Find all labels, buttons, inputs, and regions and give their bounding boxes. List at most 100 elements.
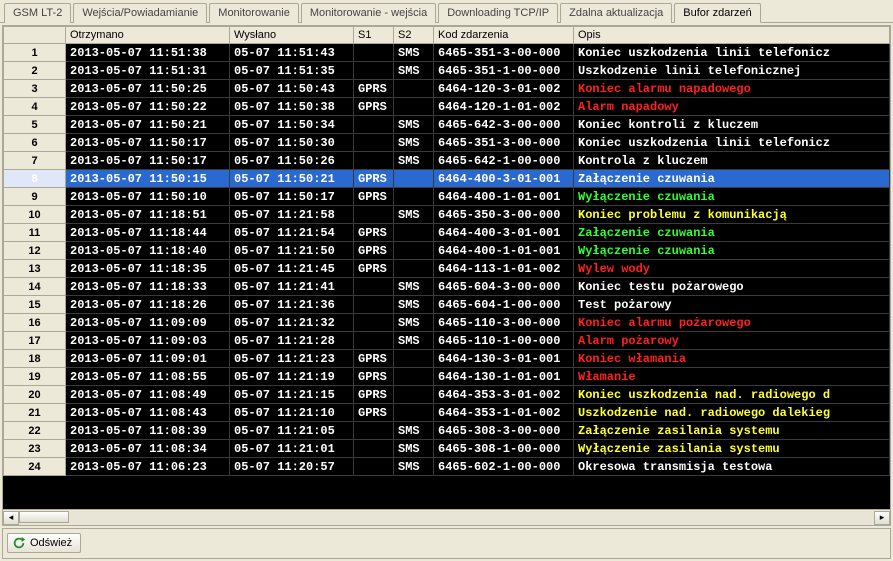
cell: 05-07 11:50:17	[230, 188, 354, 206]
table-row[interactable]: 32013-05-07 11:50:2505-07 11:50:43GPRS64…	[4, 80, 890, 98]
cell: SMS	[394, 44, 434, 62]
col-s1[interactable]: S1	[354, 27, 394, 44]
cell	[354, 296, 394, 314]
table-row[interactable]: 92013-05-07 11:50:1005-07 11:50:17GPRS64…	[4, 188, 890, 206]
table-row[interactable]: 62013-05-07 11:50:1705-07 11:50:30SMS646…	[4, 134, 890, 152]
cell: 2013-05-07 11:18:44	[66, 224, 230, 242]
cell: 05-07 11:50:30	[230, 134, 354, 152]
scroll-left-button[interactable]: ◂	[3, 511, 19, 525]
tab-6[interactable]: Bufor zdarzeń	[674, 3, 760, 23]
table-row[interactable]: 222013-05-07 11:08:3905-07 11:21:05SMS64…	[4, 422, 890, 440]
cell	[354, 422, 394, 440]
table-row[interactable]: 72013-05-07 11:50:1705-07 11:50:26SMS646…	[4, 152, 890, 170]
cell: SMS	[394, 134, 434, 152]
cell: 05-07 11:21:58	[230, 206, 354, 224]
cell	[354, 62, 394, 80]
cell: Koniec problemu z komunikacją	[574, 206, 890, 224]
tab-3[interactable]: Monitorowanie - wejścia	[301, 3, 436, 23]
cell: 6464-400-1-01-001	[434, 188, 574, 206]
cell: 6464-120-3-01-002	[434, 80, 574, 98]
horizontal-scrollbar[interactable]: ◂ ▸	[3, 509, 890, 525]
cell: 05-07 11:21:05	[230, 422, 354, 440]
table-row[interactable]: 202013-05-07 11:08:4905-07 11:21:15GPRS6…	[4, 386, 890, 404]
cell: SMS	[394, 152, 434, 170]
cell: SMS	[394, 116, 434, 134]
col-sent[interactable]: Wysłano	[230, 27, 354, 44]
cell	[394, 98, 434, 116]
table-row[interactable]: 22013-05-07 11:51:3105-07 11:51:35SMS646…	[4, 62, 890, 80]
row-number-cell: 19	[4, 368, 66, 386]
cell: 05-07 11:50:34	[230, 116, 354, 134]
tab-2[interactable]: Monitorowanie	[209, 3, 299, 23]
row-number-cell: 15	[4, 296, 66, 314]
table-row[interactable]: 152013-05-07 11:18:2605-07 11:21:36SMS64…	[4, 296, 890, 314]
table-row[interactable]: 172013-05-07 11:09:0305-07 11:21:28SMS64…	[4, 332, 890, 350]
cell: 05-07 11:21:19	[230, 368, 354, 386]
cell: Test pożarowy	[574, 296, 890, 314]
col-desc[interactable]: Opis	[574, 27, 890, 44]
tab-1[interactable]: Wejścia/Powiadamianie	[73, 3, 207, 23]
scroll-thumb[interactable]	[19, 511, 69, 523]
table-row[interactable]: 232013-05-07 11:08:3405-07 11:21:01SMS64…	[4, 440, 890, 458]
scroll-track[interactable]	[19, 511, 874, 525]
cell: 6464-113-1-01-002	[434, 260, 574, 278]
table-row[interactable]: 192013-05-07 11:08:5505-07 11:21:19GPRS6…	[4, 368, 890, 386]
grid-scroll-viewport[interactable]: Otrzymano Wysłano S1 S2 Kod zdarzenia Op…	[3, 26, 890, 509]
cell: GPRS	[354, 350, 394, 368]
table-row[interactable]: 212013-05-07 11:08:4305-07 11:21:10GPRS6…	[4, 404, 890, 422]
cell: 2013-05-07 11:51:38	[66, 44, 230, 62]
cell: Koniec kontroli z kluczem	[574, 116, 890, 134]
cell: 05-07 11:50:38	[230, 98, 354, 116]
table-row[interactable]: 132013-05-07 11:18:3505-07 11:21:45GPRS6…	[4, 260, 890, 278]
row-number-cell: 9	[4, 188, 66, 206]
cell: 2013-05-07 11:08:39	[66, 422, 230, 440]
table-row[interactable]: 52013-05-07 11:50:2105-07 11:50:34SMS646…	[4, 116, 890, 134]
tab-0[interactable]: GSM LT-2	[4, 3, 71, 23]
cell: Załączenie czuwania	[574, 170, 890, 188]
table-row[interactable]: 242013-05-07 11:06:2305-07 11:20:57SMS64…	[4, 458, 890, 476]
refresh-icon	[12, 536, 26, 550]
cell: 6465-604-3-00-000	[434, 278, 574, 296]
cell: 6464-130-1-01-001	[434, 368, 574, 386]
cell: GPRS	[354, 98, 394, 116]
table-row[interactable]: 142013-05-07 11:18:3305-07 11:21:41SMS64…	[4, 278, 890, 296]
col-code[interactable]: Kod zdarzenia	[434, 27, 574, 44]
cell	[354, 440, 394, 458]
cell: 2013-05-07 11:18:33	[66, 278, 230, 296]
cell: 6464-400-1-01-001	[434, 242, 574, 260]
cell	[394, 386, 434, 404]
table-row[interactable]: 12013-05-07 11:51:3805-07 11:51:43SMS646…	[4, 44, 890, 62]
col-received[interactable]: Otrzymano	[66, 27, 230, 44]
table-row[interactable]: 42013-05-07 11:50:2205-07 11:50:38GPRS64…	[4, 98, 890, 116]
row-number-cell: 18	[4, 350, 66, 368]
refresh-button[interactable]: Odśwież	[7, 533, 81, 553]
cell: 6465-604-1-00-000	[434, 296, 574, 314]
cell: SMS	[394, 278, 434, 296]
scroll-right-button[interactable]: ▸	[874, 511, 890, 525]
cell: SMS	[394, 440, 434, 458]
cell: Włamanie	[574, 368, 890, 386]
cell: 6465-350-3-00-000	[434, 206, 574, 224]
table-row[interactable]: 162013-05-07 11:09:0905-07 11:21:32SMS64…	[4, 314, 890, 332]
cell: 2013-05-07 11:09:03	[66, 332, 230, 350]
table-row[interactable]: 82013-05-07 11:50:1505-07 11:50:21GPRS64…	[4, 170, 890, 188]
cell: 2013-05-07 11:50:15	[66, 170, 230, 188]
table-row[interactable]: 122013-05-07 11:18:4005-07 11:21:50GPRS6…	[4, 242, 890, 260]
col-s2[interactable]: S2	[394, 27, 434, 44]
table-row[interactable]: 102013-05-07 11:18:5105-07 11:21:58SMS64…	[4, 206, 890, 224]
cell: 2013-05-07 11:18:40	[66, 242, 230, 260]
cell: 2013-05-07 11:08:55	[66, 368, 230, 386]
cell: 05-07 11:50:21	[230, 170, 354, 188]
tab-5[interactable]: Zdalna aktualizacja	[560, 3, 672, 23]
cell: Załączenie zasilania systemu	[574, 422, 890, 440]
row-number-cell: 4	[4, 98, 66, 116]
col-rownum[interactable]	[4, 27, 66, 44]
table-row[interactable]: 112013-05-07 11:18:4405-07 11:21:54GPRS6…	[4, 224, 890, 242]
row-number-cell: 20	[4, 386, 66, 404]
row-number-cell: 22	[4, 422, 66, 440]
cell	[394, 260, 434, 278]
tab-4[interactable]: Downloading TCP/IP	[438, 3, 558, 23]
cell: 2013-05-07 11:50:17	[66, 134, 230, 152]
row-number-cell: 8	[4, 170, 66, 188]
table-row[interactable]: 182013-05-07 11:09:0105-07 11:21:23GPRS6…	[4, 350, 890, 368]
